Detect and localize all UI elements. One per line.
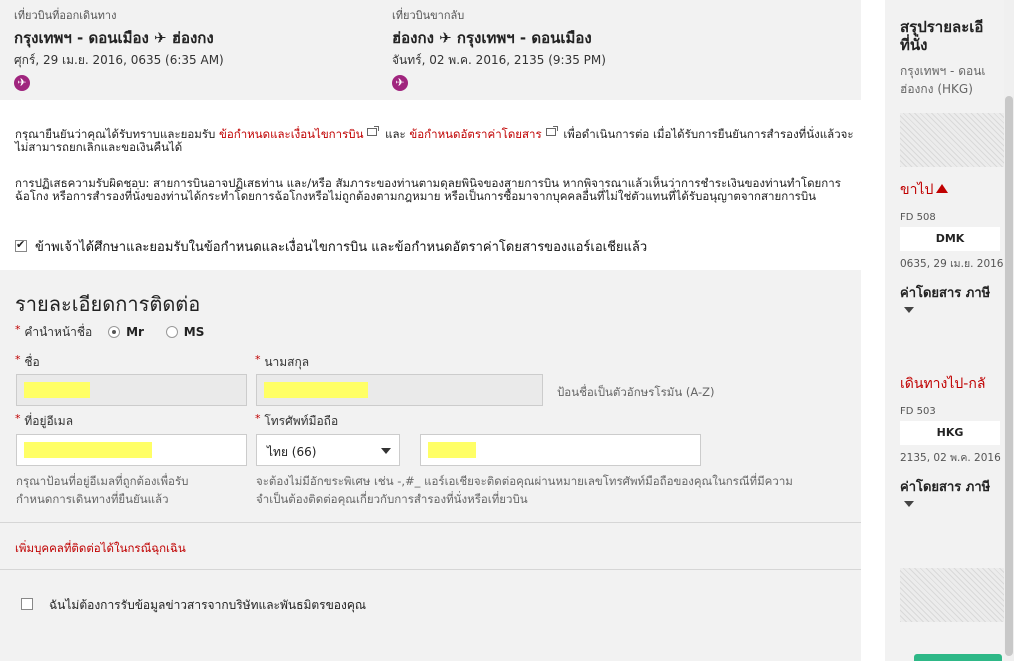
depart-section-title[interactable]: ขาไป — [900, 179, 949, 201]
external-link-icon — [545, 126, 558, 136]
airplane-icon[interactable]: ✈ — [14, 75, 30, 91]
redacted-value — [24, 382, 90, 398]
flight-header: เที่ยวบินที่ออกเดินทาง กรุงเทพฯ - ดอนเมื… — [0, 0, 861, 100]
phone-hint-line1: จะต้องไม่มีอักขระพิเศษ เช่น -,#_ แอร์เอเ… — [256, 474, 793, 488]
summary-route-line2: ฮ่องกง (HKG) — [900, 82, 973, 96]
depart-flight-number: FD 508 — [900, 212, 936, 223]
divider — [0, 522, 861, 523]
last-name-label-row: * นามสกุล — [255, 353, 309, 372]
first-name-label-row: * ชื่อ — [15, 353, 40, 372]
accept-terms-label: ข้าพเจ้าได้ศึกษาและยอมรับในข้อกำหนดและเง… — [35, 240, 648, 255]
contact-section: รายละเอียดการติดต่อ * คำนำหน้าชื่อ Mr MS… — [0, 270, 861, 661]
accept-terms-checkbox[interactable] — [15, 238, 27, 252]
newsletter-optout-label: ฉันไม่ต้องการรับข้อมูลข่าวสารจากบริษัทแล… — [49, 598, 367, 612]
phone-input[interactable] — [420, 434, 701, 466]
return-flight: เที่ยวบินขากลับ ฮ่องกง ✈ กรุงเทพฯ - ดอนเ… — [392, 6, 606, 91]
terms-and: และ — [385, 127, 406, 141]
last-name-input[interactable] — [256, 374, 543, 406]
summary-heading-line2: ที่นั่ง — [900, 36, 928, 54]
fare-rules-link[interactable]: ข้อกำหนดอัตราค่าโดยสาร — [409, 127, 541, 141]
required-marker: * — [255, 353, 261, 366]
booking-page: เที่ยวบินที่ออกเดินทาง กรุงเทพฯ - ดอนเมื… — [0, 0, 1014, 661]
booking-summary-panel: สรุปรายละเอี ที่นั่ง กรุงเทพฯ - ดอนเ ฮ่อ… — [885, 0, 1014, 661]
outbound-flight: เที่ยวบินที่ออกเดินทาง กรุงเทพฯ - ดอนเมื… — [14, 6, 224, 91]
outbound-datetime: ศุกร์, 29 เม.ย. 2016, 0635 (6:35 AM) — [14, 53, 224, 67]
return-section-title[interactable]: เดินทางไป-กลั — [900, 373, 985, 395]
return-label: เที่ยวบินขากลับ — [392, 9, 465, 22]
required-marker: * — [15, 412, 21, 425]
placeholder-block — [900, 568, 1010, 622]
summary-route-line1: กรุงเทพฯ - ดอนเ — [900, 64, 986, 78]
return-route: ฮ่องกง ✈ กรุงเทพฯ - ดอนเมือง — [392, 29, 592, 47]
terms-notice: กรุณายืนยันว่าคุณได้รับทราบและยอมรับ ข้อ… — [15, 126, 860, 154]
required-marker: * — [15, 353, 21, 366]
return-flight-number: FD 503 — [900, 406, 936, 417]
country-code-value: ไทย (66) — [267, 445, 317, 459]
external-link-icon — [367, 126, 380, 136]
depart-date: 0635, 29 เม.ย. 2016 — [900, 258, 1004, 270]
terms-prefix: กรุณายืนยันว่าคุณได้รับทราบและยอมรับ — [15, 127, 216, 141]
newsletter-optout-checkbox[interactable] — [21, 598, 33, 610]
redacted-value — [24, 442, 152, 458]
accept-terms-row[interactable]: ข้าพเจ้าได้ศึกษาและยอมรับในข้อกำหนดและเง… — [15, 236, 647, 257]
scrollbar-thumb[interactable] — [1005, 96, 1013, 656]
depart-title: ขาไป — [900, 182, 934, 198]
return-datetime: จันทร์, 02 พ.ค. 2016, 2135 (9:35 PM) — [392, 53, 606, 67]
first-name-input[interactable] — [16, 374, 247, 406]
email-hint-line2: กำหนดการเดินทางที่ยืนยันแล้ว — [16, 492, 169, 506]
country-code-select[interactable]: ไทย (66) — [256, 434, 400, 466]
depart-fare-label: ค่าโดยสาร ภาษี — [900, 286, 991, 301]
expand-arrow-icon[interactable] — [904, 307, 914, 313]
terms-conditions-link[interactable]: ข้อกำหนดและเงื่อนไขการบิน — [219, 127, 363, 141]
phone-hint-line2: จำเป็นต้องติดต่อคุณเกี่ยวกับการสำรองที่น… — [256, 492, 528, 506]
newsletter-optout-row[interactable]: ฉันไม่ต้องการรับข้อมูลข่าวสารจากบริษัทแล… — [21, 596, 366, 615]
summary-route: กรุงเทพฯ - ดอนเ ฮ่องกง (HKG) — [900, 62, 986, 98]
email-label: ที่อยู่อีเมล — [24, 414, 74, 428]
summary-heading-line1: สรุปรายละเอี — [900, 18, 984, 36]
title-label: คำนำหน้าชื่อ — [24, 325, 93, 339]
outbound-label: เที่ยวบินที่ออกเดินทาง — [14, 9, 117, 22]
continue-button[interactable] — [914, 654, 1002, 661]
title-field: * คำนำหน้าชื่อ Mr MS — [15, 323, 204, 342]
last-name-label: นามสกุล — [264, 355, 310, 369]
summary-heading: สรุปรายละเอี ที่นั่ง — [900, 18, 1010, 54]
required-marker: * — [15, 323, 21, 336]
return-date: 2135, 02 พ.ค. 2016 — [900, 452, 1001, 464]
disclaimer-text: การปฏิเสธความรับผิดชอบ: สายการบินอาจปฏิเ… — [15, 176, 841, 203]
redacted-value — [264, 382, 368, 398]
expand-arrow-icon[interactable] — [904, 501, 914, 507]
chevron-down-icon — [381, 448, 391, 454]
email-input[interactable] — [16, 434, 247, 466]
phone-label-row: * โทรศัพท์มือถือ — [255, 412, 338, 431]
add-emergency-contact-link[interactable]: เพิ่มบุคคลที่ติดต่อได้ในกรณีฉุกเฉิน — [15, 540, 186, 558]
email-label-row: * ที่อยู่อีเมล — [15, 412, 73, 431]
email-hint: กรุณาป้อนที่อยู่อีเมลที่ถูกต้องเพื่อรับ … — [16, 472, 188, 508]
first-name-label: ชื่อ — [24, 355, 40, 369]
title-mr-label: Mr — [126, 325, 144, 339]
collapse-arrow-icon — [936, 184, 949, 193]
airplane-icon[interactable]: ✈ — [392, 75, 408, 91]
outbound-route: กรุงเทพฯ - ดอนเมือง ✈ ฮ่องกง — [14, 29, 214, 47]
divider — [0, 569, 861, 570]
title-ms-radio[interactable] — [165, 326, 178, 338]
return-airport-code: HKG — [900, 421, 1000, 445]
redacted-value — [428, 442, 476, 458]
contact-heading: รายละเอียดการติดต่อ — [15, 292, 201, 316]
return-fare-label: ค่าโดยสาร ภาษี — [900, 480, 991, 495]
phone-hint: จะต้องไม่มีอักขระพิเศษ เช่น -,#_ แอร์เอเ… — [256, 472, 856, 508]
title-ms-label: MS — [183, 325, 205, 339]
required-marker: * — [255, 412, 261, 425]
placeholder-block — [900, 113, 1010, 167]
depart-airport-code: DMK — [900, 227, 1000, 251]
title-mr-radio[interactable] — [108, 326, 121, 338]
email-hint-line1: กรุณาป้อนที่อยู่อีเมลที่ถูกต้องเพื่อรับ — [16, 474, 189, 488]
phone-label: โทรศัพท์มือถือ — [264, 414, 339, 428]
name-hint: ป้อนชื่อเป็นตัวอักษรโรมัน (A-Z) — [557, 385, 715, 399]
